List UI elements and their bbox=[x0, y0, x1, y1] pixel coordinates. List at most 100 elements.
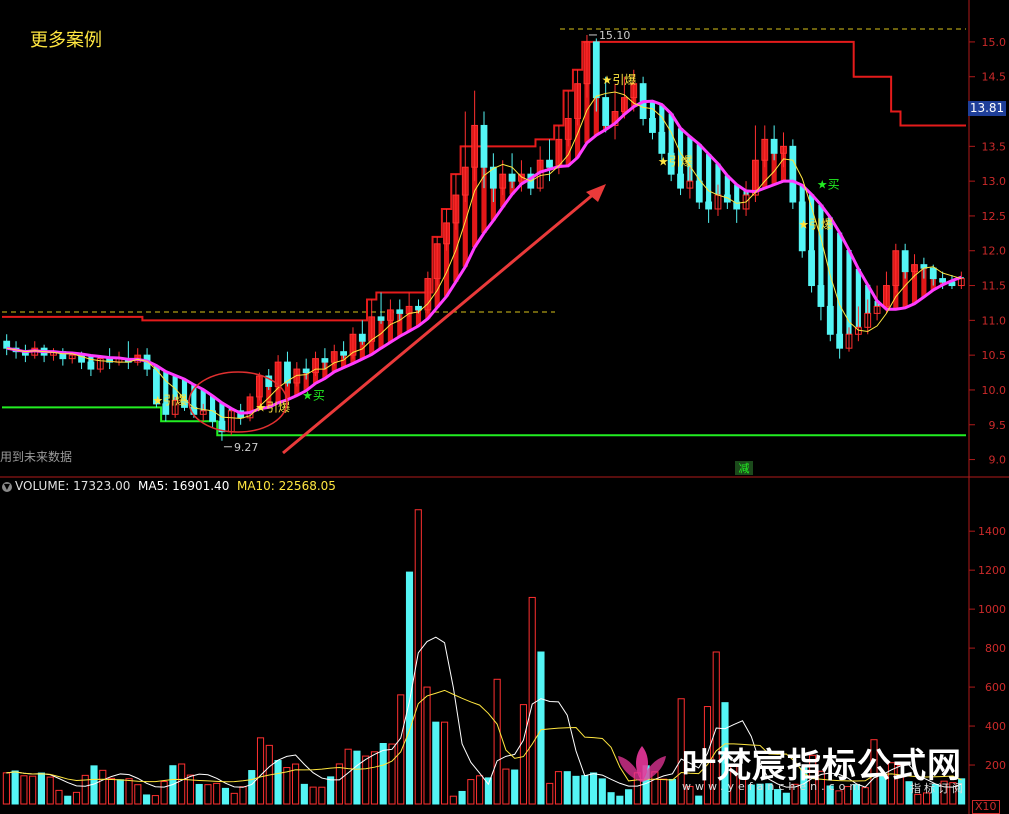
price-tick-label: 10.5 bbox=[982, 349, 1007, 362]
volume-bar bbox=[55, 789, 63, 805]
volume-bar bbox=[493, 678, 501, 805]
volume-bar bbox=[274, 760, 282, 805]
volume-bar bbox=[397, 694, 405, 805]
volume-bar bbox=[554, 771, 563, 805]
volume-bar bbox=[256, 737, 265, 805]
volume-bar bbox=[423, 686, 431, 805]
low-marker-label: 9.27 bbox=[234, 441, 259, 454]
volume-bar bbox=[107, 777, 116, 805]
candle-body bbox=[302, 368, 310, 374]
volume-bar bbox=[230, 792, 238, 805]
candle-body bbox=[358, 333, 366, 342]
bottom-label: 减 bbox=[739, 462, 750, 475]
signal-annotation: ★买 bbox=[302, 389, 325, 403]
candle-body bbox=[340, 351, 348, 356]
volume-bar bbox=[283, 767, 291, 805]
volume-bar bbox=[29, 775, 37, 805]
volume-bar bbox=[581, 775, 589, 805]
candle-body bbox=[836, 333, 844, 349]
candle-body bbox=[901, 250, 909, 273]
candle-body bbox=[939, 278, 947, 283]
volume-bar bbox=[195, 783, 203, 805]
ma10-value: MA10: 22568.05 bbox=[236, 479, 336, 493]
lotus-logo-icon bbox=[618, 746, 666, 782]
price-tick-label: 13.0 bbox=[982, 175, 1007, 188]
volume-bar bbox=[589, 772, 598, 805]
candle-body bbox=[695, 180, 703, 203]
candle-body bbox=[808, 250, 815, 287]
watermark-subtitle: 指标订阅 bbox=[910, 782, 966, 795]
volume-bar bbox=[37, 772, 46, 805]
volume-bar bbox=[204, 784, 212, 805]
future-data-note: 用到未来数据 bbox=[0, 450, 73, 464]
volume-tick-label: 1000 bbox=[978, 603, 1006, 616]
volume-bar bbox=[20, 775, 28, 805]
signal-annotation: ★引爆 bbox=[602, 73, 637, 87]
volume-value: VOLUME: 17323.00 bbox=[15, 479, 131, 493]
volume-bar bbox=[353, 750, 361, 805]
volume-bar bbox=[318, 786, 326, 805]
trend-arrow-shaft bbox=[282, 191, 596, 455]
price-tick-label: 11.5 bbox=[982, 280, 1007, 293]
volume-bar bbox=[151, 795, 159, 805]
candle-body bbox=[705, 201, 713, 210]
price-tick-label: 13.5 bbox=[982, 140, 1007, 153]
price-tick-label: 11.0 bbox=[982, 314, 1007, 327]
volume-tick-label: 800 bbox=[985, 642, 1006, 655]
candle-body bbox=[817, 285, 825, 307]
collapse-icon[interactable]: ▼ bbox=[2, 481, 12, 492]
volume-bar bbox=[46, 776, 54, 805]
volume-bar bbox=[476, 775, 484, 805]
volume-bar bbox=[248, 770, 256, 805]
volume-bar bbox=[213, 782, 221, 805]
volume-bar bbox=[116, 779, 124, 805]
zoom-x10-button[interactable]: X10 bbox=[972, 800, 1000, 814]
candle-body bbox=[321, 358, 329, 363]
volume-bar bbox=[449, 795, 457, 805]
volume-bar bbox=[99, 769, 107, 805]
volume-bar bbox=[370, 751, 379, 805]
volume-bar bbox=[143, 794, 151, 805]
signal-annotation: ★引爆 bbox=[658, 155, 693, 169]
volume-bar bbox=[572, 775, 580, 805]
high-marker-label: 15.10 bbox=[599, 29, 631, 42]
candle-body bbox=[377, 316, 385, 321]
volume-tick-label: 1400 bbox=[978, 525, 1006, 538]
volume-bar bbox=[64, 795, 72, 805]
volume-bar bbox=[72, 791, 81, 805]
volume-header: ▼ VOLUME: 17323.00 MA5: 16901.40 MA10: 22… bbox=[2, 479, 336, 493]
volume-bar bbox=[379, 742, 387, 805]
price-tick-label: 15.0 bbox=[982, 36, 1007, 49]
candle-body bbox=[929, 267, 937, 280]
volume-bar bbox=[125, 778, 133, 805]
volume-tick-label: 400 bbox=[985, 720, 1006, 733]
stock-chart: { "corner_title": "更多案例", "future_note":… bbox=[0, 0, 1009, 814]
candle-body bbox=[592, 41, 600, 99]
page-title[interactable]: 更多案例 bbox=[30, 26, 102, 52]
current-price-tag: 13.81 bbox=[968, 101, 1006, 116]
volume-bar bbox=[160, 780, 168, 805]
ma5-value: MA5: 16901.40 bbox=[138, 479, 230, 493]
candle-body bbox=[770, 138, 778, 154]
signal-annotation: ★买 bbox=[817, 178, 840, 192]
candle-body bbox=[602, 97, 610, 126]
volume-bar bbox=[2, 772, 10, 805]
watermark: 叶梵宸指标公式网 www.yefanchen.com 指标订阅 bbox=[612, 738, 992, 798]
volume-bar bbox=[563, 771, 571, 805]
candle-body bbox=[396, 309, 404, 314]
price-tick-label: 14.5 bbox=[982, 71, 1007, 84]
signal-annotation: ★引爆 bbox=[152, 393, 187, 407]
candle-body bbox=[789, 145, 797, 203]
volume-bar bbox=[309, 786, 317, 805]
volume-tick-label: 600 bbox=[985, 681, 1006, 694]
candle-body bbox=[649, 117, 656, 133]
volume-bar bbox=[537, 651, 545, 805]
price-tick-label: 10.0 bbox=[982, 384, 1007, 397]
volume-bar bbox=[134, 784, 142, 805]
price-tick-label: 12.0 bbox=[982, 245, 1007, 258]
candle-body bbox=[826, 305, 834, 335]
volume-tick-label: 1200 bbox=[978, 564, 1006, 577]
candle-body bbox=[658, 131, 666, 154]
candle-body bbox=[87, 361, 95, 370]
volume-bar bbox=[335, 763, 343, 805]
